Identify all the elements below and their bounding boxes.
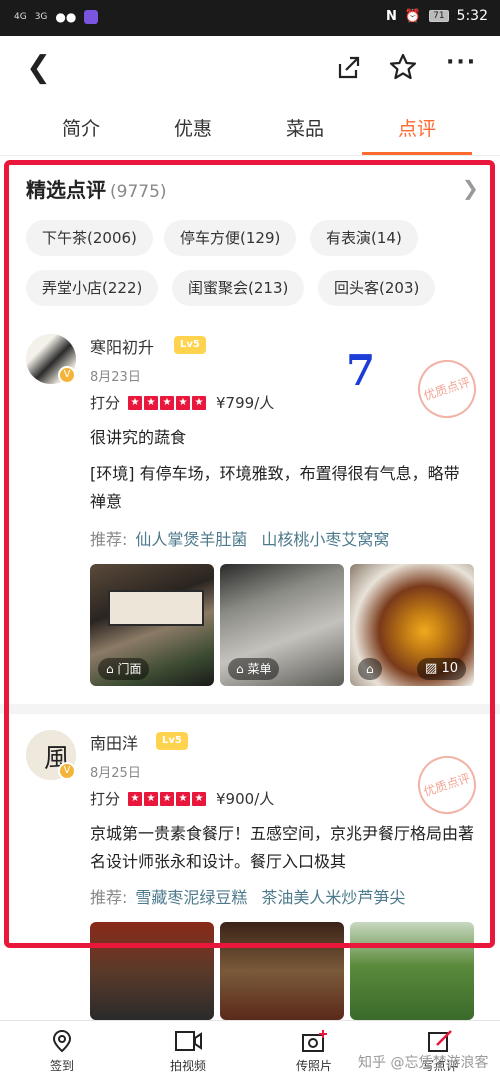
photo-count: ▨ 10 bbox=[417, 658, 466, 680]
rec-dish[interactable]: 茶油美人米炒芦笋尖 bbox=[261, 888, 405, 907]
tab-intro[interactable]: 简介 bbox=[62, 114, 100, 141]
location-pin-icon bbox=[12, 1029, 112, 1053]
video-camera-icon bbox=[138, 1029, 238, 1053]
star-icon: ★ bbox=[192, 395, 207, 410]
signal-3g: 3G bbox=[34, 12, 48, 22]
recommended-dishes: 推荐: 仙人掌煲羊肚菌 山核桃小枣艾窝窝 bbox=[90, 526, 389, 550]
price-per-person: ¥799/人 bbox=[216, 394, 275, 412]
nav-label: 传照片 bbox=[295, 1059, 332, 1073]
image-icon: ▨ bbox=[425, 661, 442, 676]
reviewer-name[interactable]: 南田洋 bbox=[90, 730, 138, 754]
more-options-icon[interactable]: ··· bbox=[446, 50, 477, 75]
star-icon: ★ bbox=[192, 791, 207, 806]
verified-badge-icon: V bbox=[58, 762, 76, 780]
review-photo[interactable]: ⌂ 门面 bbox=[90, 564, 214, 686]
score-row: 打分 ★ ★ ★ ★ ★ ¥900/人 bbox=[90, 788, 274, 809]
tab-dishes[interactable]: 菜品 bbox=[286, 114, 324, 141]
alarm-icon: ⏰ bbox=[404, 8, 422, 24]
add-photo-icon bbox=[264, 1029, 364, 1053]
rec-dish[interactable]: 雪藏枣泥绿豆糕 bbox=[135, 888, 247, 907]
verified-badge-icon: V bbox=[58, 366, 76, 384]
recommended-dishes: 推荐: 雪藏枣泥绿豆糕 茶油美人米炒芦笋尖 bbox=[90, 884, 405, 908]
tag-chip[interactable]: 弄堂小店(222) bbox=[26, 270, 159, 306]
tag-chip[interactable]: 下午茶(2006) bbox=[26, 220, 153, 256]
review-photo[interactable] bbox=[90, 922, 214, 1020]
review-body[interactable]: [环境] 有停车场，环境雅致，布置得很有气息，略带禅意 bbox=[90, 460, 474, 516]
photo-tag: ⌂ 菜单 bbox=[228, 658, 280, 680]
wechat-icon: ●● bbox=[55, 10, 77, 24]
review-photo[interactable] bbox=[350, 922, 474, 1020]
top-bar: ❮ ··· bbox=[0, 36, 500, 100]
clock: 5:32 bbox=[456, 8, 488, 24]
level-badge: Lv5 bbox=[174, 336, 206, 354]
chevron-right-icon[interactable]: ❯ bbox=[462, 176, 479, 200]
section-title: 精选点评 bbox=[26, 178, 106, 202]
tag-icon: ⌂ bbox=[106, 662, 118, 676]
level-badge: Lv5 bbox=[156, 732, 188, 750]
app-icon bbox=[84, 10, 99, 24]
battery-indicator: 71 bbox=[429, 10, 449, 22]
section-header[interactable]: 精选点评 (9775) bbox=[26, 174, 167, 203]
review-photo[interactable]: ⌂ ▨ 10 bbox=[350, 564, 474, 686]
nav-label: 拍视频 bbox=[169, 1059, 206, 1073]
review-headline: 很讲究的蔬食 bbox=[90, 428, 187, 447]
star-icon: ★ bbox=[176, 791, 191, 806]
photo-tag: ⌂ 门面 bbox=[98, 658, 150, 680]
annotation-number: 7 bbox=[346, 346, 376, 395]
photo-count-value: 10 bbox=[441, 661, 458, 676]
star-icon: ★ bbox=[160, 791, 175, 806]
nav-label: 签到 bbox=[49, 1059, 74, 1073]
edit-pen-icon bbox=[390, 1029, 490, 1053]
share-icon[interactable] bbox=[336, 54, 362, 84]
tag-icon: ⌂ bbox=[366, 662, 374, 676]
status-bar: 4G 3G ●● N ⏰ 71 5:32 bbox=[0, 0, 500, 36]
watermark: 知乎 @忘凭梦游浪客 bbox=[358, 1055, 489, 1071]
rec-dish[interactable]: 山核桃小枣艾窝窝 bbox=[261, 530, 389, 549]
photo-tag: ⌂ bbox=[358, 658, 382, 680]
quality-review-stamp: 优质点评 bbox=[410, 748, 484, 822]
rating-stars: ★ ★ ★ ★ ★ bbox=[128, 791, 207, 806]
signal-4g: 4G bbox=[14, 12, 27, 22]
star-icon: ★ bbox=[176, 395, 191, 410]
tag-chip[interactable]: 闺蜜聚会(213) bbox=[172, 270, 305, 306]
rating-stars: ★ ★ ★ ★ ★ bbox=[128, 395, 207, 410]
score-label: 打分 bbox=[90, 394, 121, 412]
review-body[interactable]: 京城第一贵素食餐厅！五感空间，京兆尹餐厅格局由著名设计师张永和设计。餐厅入口极其 bbox=[90, 820, 474, 876]
tag-icon: ⌂ bbox=[236, 662, 248, 676]
star-icon: ★ bbox=[128, 791, 143, 806]
rec-label: 推荐: bbox=[90, 530, 128, 549]
review-date: 8月25日 bbox=[90, 766, 141, 781]
star-icon: ★ bbox=[128, 395, 143, 410]
nav-video[interactable]: 拍视频 bbox=[138, 1029, 238, 1074]
star-icon: ★ bbox=[160, 395, 175, 410]
back-arrow-icon[interactable]: ❮ bbox=[26, 50, 51, 85]
tag-chip[interactable]: 回头客(203) bbox=[318, 270, 436, 306]
nav-checkin[interactable]: 签到 bbox=[12, 1029, 112, 1074]
photo-tag-label: 菜单 bbox=[247, 662, 272, 676]
section-divider bbox=[0, 704, 500, 714]
quality-review-stamp: 优质点评 bbox=[410, 352, 484, 426]
tab-deals[interactable]: 优惠 bbox=[174, 114, 212, 141]
score-label: 打分 bbox=[90, 790, 121, 808]
tag-chip[interactable]: 有表演(14) bbox=[310, 220, 418, 256]
review-photo[interactable]: ⌂ 菜单 bbox=[220, 564, 344, 686]
tag-chip[interactable]: 停车方便(129) bbox=[164, 220, 297, 256]
score-row: 打分 ★ ★ ★ ★ ★ ¥799/人 bbox=[90, 392, 274, 413]
review-count: (9775) bbox=[110, 182, 167, 202]
review-date: 8月23日 bbox=[90, 370, 141, 385]
rec-label: 推荐: bbox=[90, 888, 128, 907]
reviewer-name[interactable]: 寒阳初升 bbox=[90, 334, 154, 358]
star-icon: ★ bbox=[144, 791, 159, 806]
tab-bar: 简介 优惠 菜品 点评 bbox=[0, 100, 500, 156]
active-tab-indicator bbox=[362, 152, 472, 155]
tab-reviews[interactable]: 点评 bbox=[398, 114, 436, 141]
favorite-star-icon[interactable] bbox=[388, 52, 418, 86]
review-photo[interactable] bbox=[220, 922, 344, 1020]
rec-dish[interactable]: 仙人掌煲羊肚菌 bbox=[135, 530, 247, 549]
photo-tag-label: 门面 bbox=[117, 662, 142, 676]
nav-photo[interactable]: 传照片 bbox=[264, 1029, 364, 1074]
price-per-person: ¥900/人 bbox=[216, 790, 275, 808]
nfc-icon: N bbox=[386, 8, 397, 24]
star-icon: ★ bbox=[144, 395, 159, 410]
